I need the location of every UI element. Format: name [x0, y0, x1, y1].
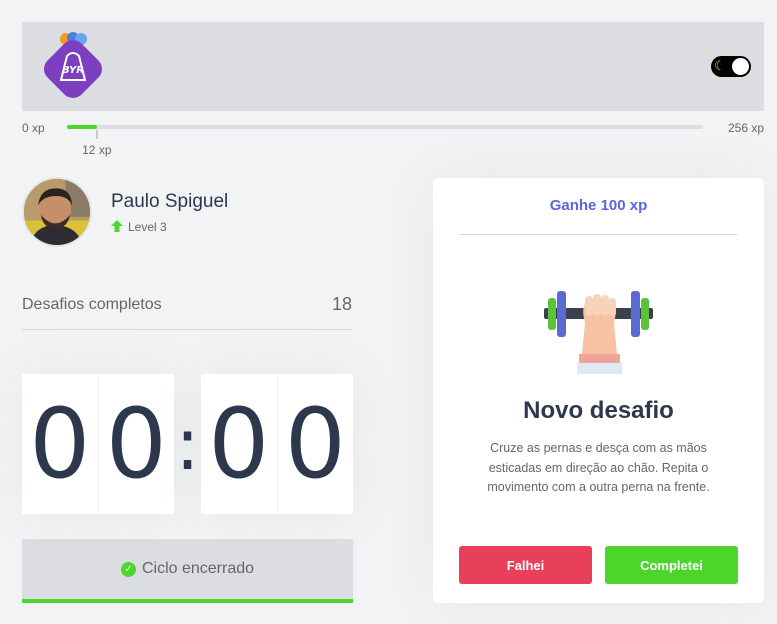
countdown: 0 0 : 0 0 — [22, 374, 353, 514]
xp-min-label: 0 xp — [22, 121, 45, 135]
completed-challenges: Desafios completos 18 — [22, 280, 352, 330]
challenge-reward: Ganhe 100 xp — [459, 178, 738, 235]
profile: Paulo Spiguel Level 3 — [22, 177, 352, 247]
app-logo: BYR — [44, 32, 102, 98]
theme-toggle[interactable]: ☾ — [711, 56, 751, 77]
profile-level: Level 3 — [111, 220, 167, 234]
moon-icon: ☾ — [714, 59, 726, 74]
toggle-knob — [732, 58, 749, 75]
second-digit-left: 0 — [201, 374, 278, 514]
app-header: BYR ☾ — [22, 22, 764, 111]
countdown-separator: : — [175, 402, 200, 486]
completed-challenges-count: 18 — [331, 294, 352, 314]
challenge-description: Cruze as pernas e desça com as mãos esti… — [487, 441, 710, 494]
cycle-ended-button[interactable]: ✓ Ciclo encerrado — [22, 539, 353, 603]
challenge-card: Ganhe 100 xp Novo desafio Cruze as perna… — [433, 178, 764, 603]
xp-fill — [67, 125, 97, 129]
challenge-title: Novo desafio — [523, 397, 674, 424]
second-digit-right: 0 — [284, 388, 346, 500]
minute-digit-left: 0 — [22, 374, 99, 514]
failed-button[interactable]: Falhei — [459, 546, 592, 584]
profile-name: Paulo Spiguel — [111, 191, 229, 212]
dumbbell-icon — [544, 291, 653, 374]
cycle-button-label: Ciclo encerrado — [141, 560, 255, 577]
countdown-minutes: 0 0 — [22, 374, 174, 514]
level-up-icon — [111, 220, 123, 232]
countdown-seconds: 0 0 — [201, 374, 353, 514]
minute-digit-right: 0 — [105, 388, 167, 500]
xp-max-label: 256 xp — [727, 121, 764, 135]
level-label: Level 3 — [128, 220, 167, 234]
completed-challenges-label: Desafios completos — [22, 296, 162, 313]
experience-bar: 0 xp 12 xp 256 xp — [22, 118, 764, 157]
check-circle-icon: ✓ — [120, 561, 136, 577]
logo-text: BYR — [62, 65, 84, 76]
avatar — [22, 177, 92, 247]
xp-current-label: 12 xp — [82, 143, 112, 157]
completed-button[interactable]: Completei — [605, 546, 738, 584]
xp-marker — [95, 130, 98, 139]
xp-track: 12 xp — [67, 125, 703, 157]
